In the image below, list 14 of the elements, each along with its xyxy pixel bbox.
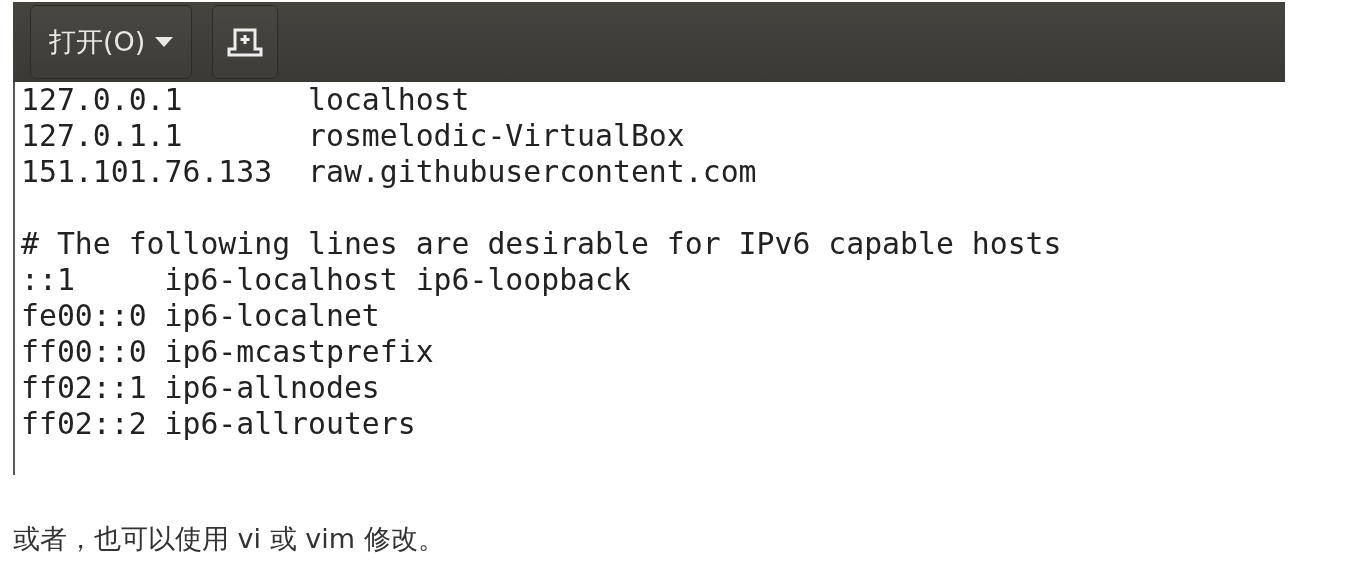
code-line: ff00::0 ip6-mcastprefix [21, 334, 435, 370]
open-button[interactable]: 打开(O) [30, 5, 193, 79]
code-line: # The following lines are desirable for IPv6 capable hosts [21, 226, 1063, 262]
caption-text: 或者，也可以使用 vi 或 vim 修改。 [13, 522, 446, 556]
code-line: ff02::2 ip6-allrouters [21, 406, 417, 442]
code-line: ::1 ip6-localhost ip6-loopback [21, 262, 632, 298]
code-line: ff02::1 ip6-allnodes [21, 370, 381, 406]
code-line: 127.0.0.1 localhost [21, 82, 471, 118]
code-line: fe00::0 ip6-localnet [21, 298, 381, 334]
code-line: 127.0.1.1 rosmelodic-VirtualBox [21, 118, 686, 154]
new-document-icon [227, 27, 264, 57]
caret-icon [155, 37, 174, 47]
new-document-button[interactable] [212, 5, 279, 79]
code-line: 151.101.76.133 raw.githubusercontent.com [21, 154, 758, 190]
